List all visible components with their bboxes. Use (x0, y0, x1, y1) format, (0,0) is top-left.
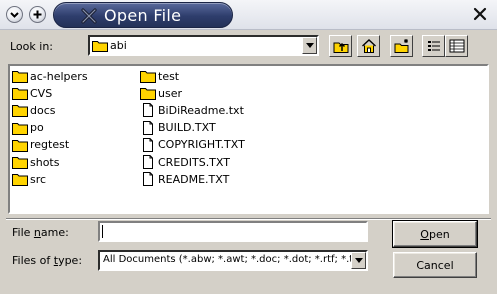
item-label: shots (30, 155, 60, 169)
detail-view-icon (449, 39, 464, 53)
text-cursor (102, 225, 103, 238)
folder-item[interactable]: CVS (12, 85, 52, 101)
file-item[interactable]: BiDiReadme.txt (140, 102, 244, 118)
file-name-label: File name: (12, 226, 69, 239)
folder-item[interactable]: user (140, 85, 182, 101)
folder-item[interactable]: docs (12, 102, 56, 118)
file-type-label: Files of type: (12, 254, 83, 267)
window-menu-button[interactable] (6, 6, 23, 23)
up-one-level-icon (333, 42, 348, 53)
folder-icon (140, 71, 156, 83)
new-folder-icon (394, 39, 408, 53)
title-bar: Open File (0, 0, 497, 30)
triangle-down-icon (354, 258, 363, 263)
divider (6, 218, 491, 220)
file-item[interactable]: CREDITS.TXT (140, 154, 230, 170)
open-file-dialog: Look in: abi ac-helpers CVS docs po regt… (0, 30, 497, 294)
folder-item[interactable]: src (12, 171, 46, 187)
file-type-value: All Documents (*.abw; *.awt; *.doc; *.do… (103, 254, 351, 265)
new-folder-button[interactable] (390, 35, 413, 57)
folder-icon (12, 157, 28, 169)
open-button[interactable]: Open (392, 220, 478, 248)
folder-item[interactable]: ac-helpers (12, 68, 88, 84)
file-type-dropdown-button[interactable] (351, 252, 366, 269)
look-in-combo[interactable]: abi (88, 35, 319, 56)
triangle-down-icon (305, 43, 314, 48)
folder-item[interactable]: shots (12, 154, 59, 170)
item-label: po (30, 121, 44, 135)
document-icon (143, 172, 153, 187)
folder-icon (12, 71, 28, 83)
folder-item[interactable]: po (12, 120, 44, 136)
close-icon[interactable] (472, 6, 488, 22)
item-label: docs (30, 103, 56, 117)
file-item[interactable]: README.TXT (140, 171, 229, 187)
up-one-level-button[interactable] (329, 35, 352, 57)
item-label: src (30, 172, 47, 186)
folder-icon (12, 105, 28, 118)
folder-icon (12, 122, 28, 135)
home-button[interactable] (357, 35, 380, 57)
chevron-down-icon (10, 12, 19, 18)
file-name-input[interactable] (98, 221, 368, 242)
item-label: ac-helpers (30, 69, 88, 83)
detail-view-button[interactable] (445, 35, 468, 57)
file-type-combo[interactable]: All Documents (*.abw; *.awt; *.doc; *.do… (98, 250, 368, 271)
document-icon (143, 120, 153, 135)
item-label: README.TXT (158, 172, 230, 186)
window-title-pill[interactable]: Open File (53, 2, 233, 28)
folder-icon (12, 174, 28, 187)
window-title: Open File (104, 6, 182, 25)
file-list[interactable]: ac-helpers CVS docs po regtest shots src test u… (8, 64, 489, 214)
home-icon (361, 39, 376, 53)
folder-icon (140, 88, 156, 101)
folder-icon (12, 139, 28, 152)
item-label: user (158, 86, 182, 100)
look-in-label: Look in: (10, 40, 53, 53)
shade-button[interactable] (29, 6, 46, 23)
item-label: BiDiReadme.txt (158, 103, 244, 117)
item-label: CREDITS.TXT (158, 155, 230, 169)
file-item[interactable]: BUILD.TXT (140, 120, 216, 136)
item-label: BUILD.TXT (158, 121, 216, 135)
item-label: COPYRIGHT.TXT (158, 138, 245, 152)
file-item[interactable]: COPYRIGHT.TXT (140, 137, 245, 153)
folder-icon (92, 41, 108, 52)
list-view-button[interactable] (422, 35, 445, 57)
folder-icon (12, 88, 28, 101)
item-label: regtest (30, 138, 70, 152)
folder-item[interactable]: test (140, 68, 179, 84)
look-in-value: abi (110, 39, 127, 52)
document-icon (143, 103, 153, 118)
document-icon (143, 155, 153, 169)
plus-icon (33, 10, 42, 19)
item-label: CVS (30, 86, 53, 100)
cancel-button[interactable]: Cancel (393, 252, 477, 278)
list-view-icon (427, 41, 440, 51)
folder-item[interactable]: regtest (12, 137, 69, 153)
document-icon (143, 137, 153, 152)
look-in-dropdown-button[interactable] (302, 37, 317, 54)
abiword-x-icon (81, 8, 97, 24)
item-label: test (158, 69, 180, 83)
